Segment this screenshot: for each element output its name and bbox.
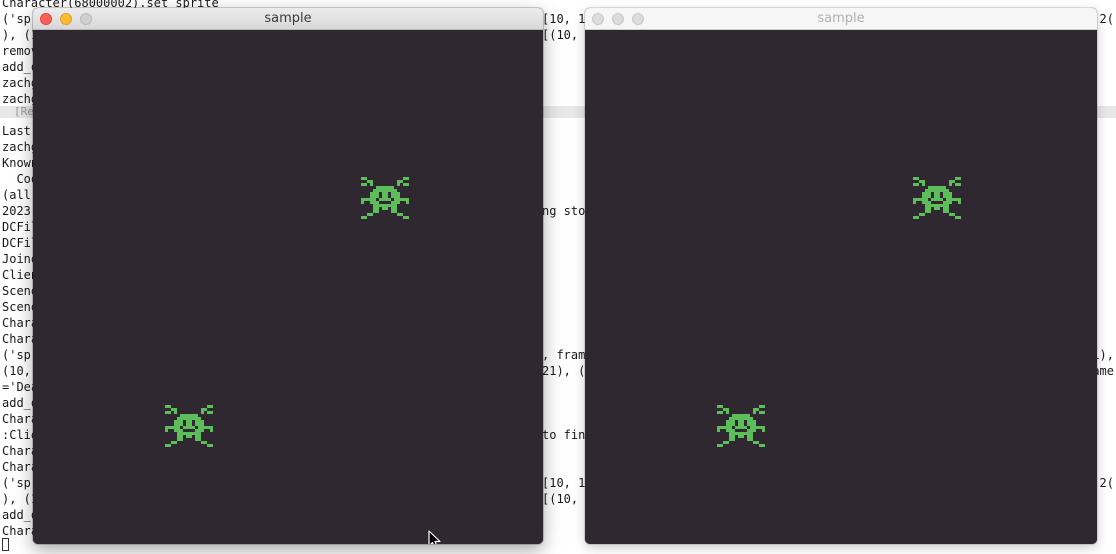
terminal-line: (all bbox=[2, 188, 31, 202]
sample-window-right[interactable]: sample bbox=[585, 8, 1097, 544]
mouse-pointer-icon bbox=[428, 530, 441, 544]
terminal-line-fragment: 21), ( bbox=[542, 364, 586, 378]
terminal-line-fragment: ng sto bbox=[542, 204, 586, 218]
window-titlebar[interactable]: sample bbox=[33, 8, 543, 30]
window-title: sample bbox=[264, 11, 312, 26]
game-canvas[interactable] bbox=[33, 30, 543, 544]
alien-invader-icon bbox=[717, 405, 765, 447]
terminal-line: Last bbox=[2, 124, 31, 138]
terminal-line-fragment: 2( bbox=[1099, 476, 1114, 490]
window-title: sample bbox=[817, 11, 865, 26]
terminal-divider-label: [Re bbox=[14, 105, 34, 118]
alien-invader-icon bbox=[165, 405, 213, 447]
game-canvas[interactable] bbox=[585, 30, 1097, 544]
terminal-line-fragment: 2( bbox=[1099, 12, 1114, 26]
window-titlebar[interactable]: sample bbox=[585, 8, 1097, 30]
terminal-cursor bbox=[2, 538, 9, 551]
terminal-line-fragment: [(10, bbox=[542, 28, 579, 42]
alien-invader-icon bbox=[361, 177, 409, 219]
sample-window-left[interactable]: sample bbox=[33, 8, 543, 544]
alien-invader-icon bbox=[913, 177, 961, 219]
terminal-line: (10, bbox=[2, 364, 31, 378]
terminal-line-fragment: [(10, bbox=[542, 492, 579, 506]
